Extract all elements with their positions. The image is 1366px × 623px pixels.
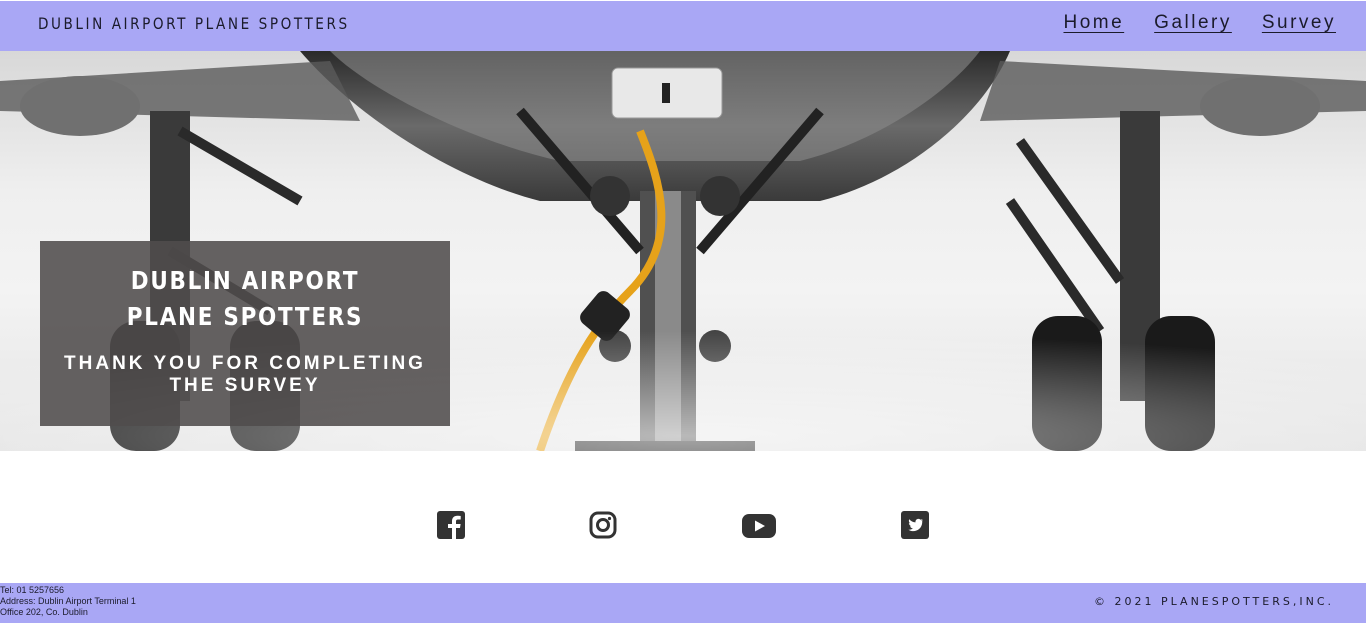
contact-phone: Tel: 01 5257656 <box>0 585 65 595</box>
nav-link-home[interactable]: Home <box>1063 12 1124 34</box>
hero-section: DUBLIN AIRPORT PLANE SPOTTERS THANK YOU … <box>0 51 1366 451</box>
site-header: DUBLIN AIRPORT PLANE SPOTTERS Home Galle… <box>0 0 1366 51</box>
hero-caption-box: DUBLIN AIRPORT PLANE SPOTTERS THANK YOU … <box>40 241 450 426</box>
contact-info: Tel: 01 5257656 Address: Dublin Airport … <box>0 585 136 618</box>
contact-office: Office 202, Co. Dublin <box>0 607 88 617</box>
site-footer: Tel: 01 5257656 Address: Dublin Airport … <box>0 583 1366 623</box>
youtube-icon[interactable] <box>742 514 776 543</box>
nav-link-survey[interactable]: Survey <box>1262 12 1336 34</box>
social-links <box>0 511 1366 543</box>
contact-address: Address: Dublin Airport Terminal 1 <box>0 596 136 606</box>
facebook-icon[interactable] <box>437 511 465 544</box>
nav-link-gallery[interactable]: Gallery <box>1154 12 1232 34</box>
main-nav: Home Gallery Survey <box>1063 12 1336 34</box>
hero-subtitle: THANK YOU FOR COMPLETING THE SURVEY <box>64 353 426 396</box>
hero-title: DUBLIN AIRPORT PLANE SPOTTERS <box>126 266 364 331</box>
twitter-icon[interactable] <box>901 511 929 544</box>
instagram-icon[interactable] <box>589 511 617 544</box>
site-brand[interactable]: DUBLIN AIRPORT PLANE SPOTTERS <box>38 14 350 33</box>
copyright-text: © 2021 PLANESPOTTERS,INC. <box>1094 595 1334 608</box>
